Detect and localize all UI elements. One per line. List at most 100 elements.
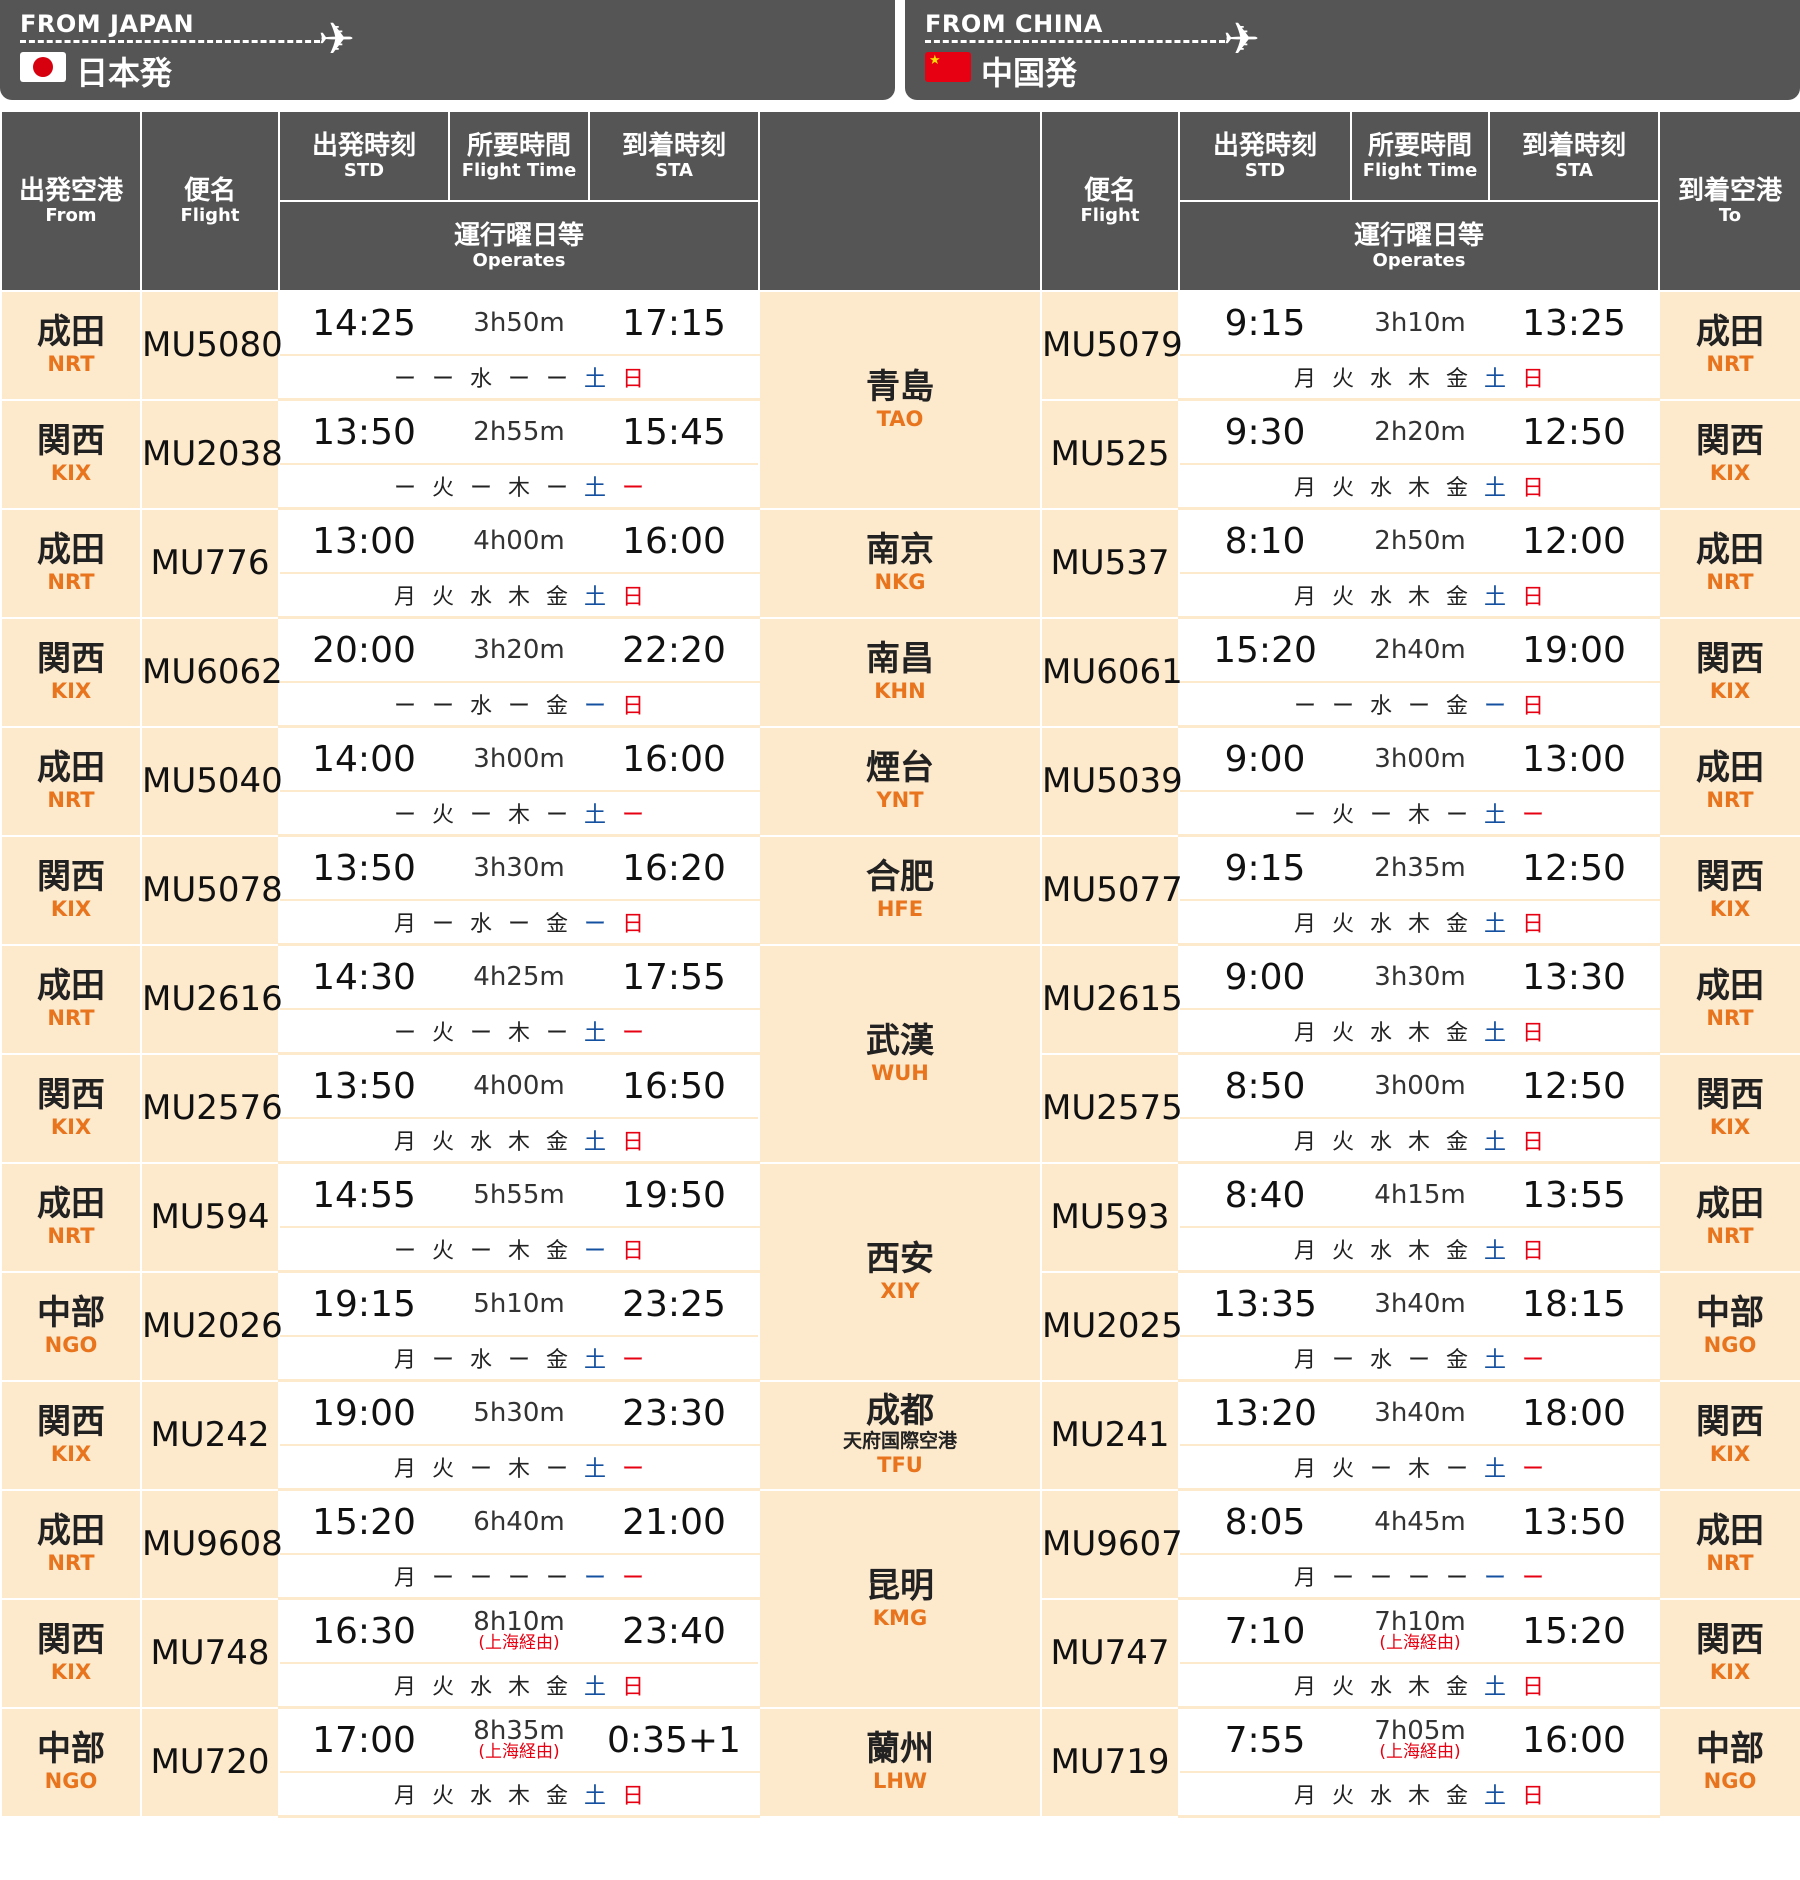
flight-time: 2h40m <box>1350 616 1490 683</box>
city-name: 蘭州 <box>866 1729 934 1769</box>
airport-cell: 中部 NGO <box>1658 1270 1800 1382</box>
city-code: TAO <box>876 406 924 431</box>
airport-cell: 関西 KIX <box>0 1597 142 1709</box>
destination-city: 煙台 YNT <box>758 725 1042 837</box>
operating-day: 土 <box>583 803 606 828</box>
city-code: YNT <box>876 788 924 812</box>
operating-day: 火 <box>431 803 454 828</box>
operating-day: 月 <box>393 1566 416 1591</box>
flight-time-value: 5h10m <box>473 1289 565 1319</box>
destination-city: 南京 NKG <box>758 507 1042 619</box>
departure-time: 7:10 <box>1178 1597 1352 1664</box>
operating-day: 月 <box>393 1130 416 1155</box>
airport-cell: 成田 NRT <box>1658 725 1800 837</box>
airport-name: 成田 <box>1696 1184 1764 1224</box>
flight-time-value: 4h00m <box>473 1071 565 1101</box>
operating-day: ー <box>583 1566 606 1591</box>
operating-day: 日 <box>621 694 644 719</box>
operating-day: 金 <box>1445 1239 1468 1264</box>
flight-time: 2h55m <box>448 398 590 465</box>
airport-cell: 関西 KIX <box>1658 834 1800 946</box>
flight-number: MU5078 <box>140 834 283 946</box>
operating-day: 日 <box>621 1130 644 1155</box>
operating-day: 土 <box>583 1348 606 1373</box>
operating-days: ーー水ー金ー日 <box>278 681 760 728</box>
flight-number: MU2038 <box>140 398 283 510</box>
flight-time-value: 2h20m <box>1374 417 1466 447</box>
airport-cell: 関西 KIX <box>0 398 142 510</box>
departure-time: 20:00 <box>278 616 450 683</box>
flight-time: 8h10m (上海経由) <box>448 1597 590 1664</box>
flight-time: 5h55m <box>448 1161 590 1228</box>
operating-day: ー <box>507 367 530 392</box>
operating-day: ー <box>1331 1348 1354 1373</box>
airport-cell: 中部 NGO <box>1658 1706 1800 1818</box>
airport-cell: 関西 KIX <box>0 834 142 946</box>
operating-day: 日 <box>1521 1021 1544 1046</box>
airport-cell: 成田 NRT <box>0 1488 142 1600</box>
operating-days: 月火水木金土日 <box>278 1771 760 1818</box>
header-to-airport: 到着空港 To <box>1658 110 1800 292</box>
operating-day: 金 <box>1445 476 1468 501</box>
city-code: HFE <box>876 897 924 921</box>
header-flight: 便名 Flight <box>1040 110 1180 292</box>
airport-name: 成田 <box>37 1511 105 1551</box>
operating-days: ー火ー木ー土ー <box>278 790 760 837</box>
departure-time: 7:55 <box>1178 1706 1352 1773</box>
airport-code: NGO <box>1703 1333 1757 1357</box>
airport-code: NRT <box>1706 1224 1754 1248</box>
airport-cell: 中部 NGO <box>0 1270 142 1382</box>
flight-time: 3h40m <box>1350 1379 1490 1446</box>
flight-time-value: 4h00m <box>473 526 565 556</box>
operating-day: 金 <box>1445 1021 1468 1046</box>
airport-name: 成田 <box>1696 748 1764 788</box>
operating-day: 木 <box>507 1130 530 1155</box>
city-code: WUH <box>871 1060 929 1085</box>
departure-time: 8:40 <box>1178 1161 1352 1228</box>
operating-day: 水 <box>1369 476 1392 501</box>
airport-cell: 成田 NRT <box>1658 1488 1800 1600</box>
airport-name: 関西 <box>1696 1402 1764 1442</box>
operating-day: 金 <box>1445 585 1468 610</box>
operating-days: 月火水木金土日 <box>278 1117 760 1164</box>
operating-day: 金 <box>1445 1348 1468 1373</box>
airport-name: 関西 <box>37 1620 105 1660</box>
departure-time: 14:25 <box>278 290 450 356</box>
flight-timetable: 出発空港 From 便名 Flight 出発時刻 STD 所要時間 Flight Tim… <box>0 110 1800 1818</box>
flight-number: MU2576 <box>140 1052 283 1164</box>
airport-name: 関西 <box>1696 1075 1764 1115</box>
operating-day: ー <box>1369 1457 1392 1482</box>
japan-flag-icon <box>20 52 66 82</box>
operating-day: 月 <box>1293 912 1316 937</box>
operating-days: ー火ー木ー土ー <box>278 1008 760 1055</box>
flight-time: 4h45m <box>1350 1488 1490 1555</box>
operating-day: ー <box>1369 803 1392 828</box>
arrival-time: 17:55 <box>588 943 760 1010</box>
operating-day: 火 <box>431 1784 454 1809</box>
table-row: 関西 KIX MU6062 20:00 3h20m 22:20 南昌 KHN MU6061 15:… <box>0 616 1800 728</box>
operating-day: 日 <box>1521 1784 1544 1809</box>
flight-time-value: 3h40m <box>1374 1289 1466 1319</box>
operating-day: 金 <box>1445 1784 1468 1809</box>
operating-day: ー <box>1445 803 1468 828</box>
operating-day: 水 <box>1369 694 1392 719</box>
flight-number: MU776 <box>140 507 280 619</box>
flight-time: 3h00m <box>1350 1052 1490 1119</box>
operating-day: 日 <box>621 1675 644 1700</box>
departure-time: 8:10 <box>1178 507 1352 574</box>
banner-en-label: FROM CHINA <box>925 10 1103 38</box>
operating-days: ーー水ー金ー日 <box>1178 681 1660 728</box>
airport-code: KIX <box>50 1115 92 1139</box>
operating-day: ー <box>431 1348 454 1373</box>
arrival-time: 15:20 <box>1488 1597 1660 1664</box>
arrival-time: 12:00 <box>1488 507 1660 574</box>
operating-day: 日 <box>1521 476 1544 501</box>
operating-day: ー <box>1445 1566 1468 1591</box>
arrival-time: 16:20 <box>588 834 760 901</box>
operating-day: 月 <box>1293 1239 1316 1264</box>
airport-code: KIX <box>50 897 92 921</box>
operating-day: 木 <box>507 1239 530 1264</box>
flight-time-value: 5h30m <box>473 1398 565 1428</box>
operating-days: 月火水木金土日 <box>1178 354 1660 401</box>
operating-day: 木 <box>1407 912 1430 937</box>
